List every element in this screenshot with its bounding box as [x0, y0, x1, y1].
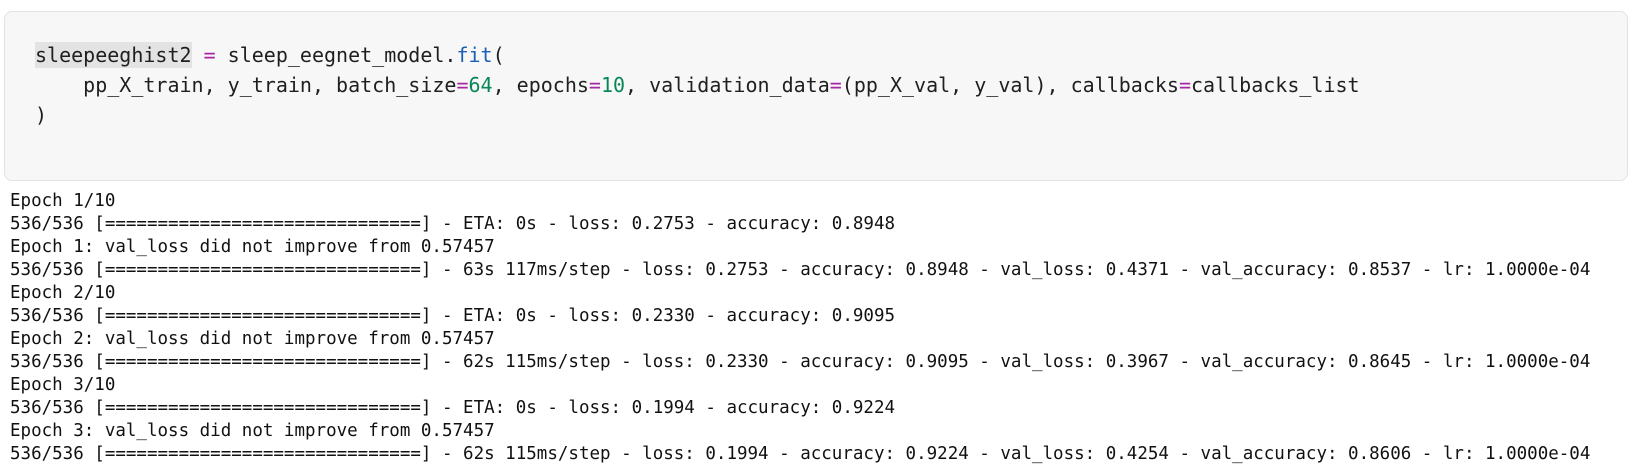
code-block[interactable]: sleepeeghist2 = sleep_eegnet_model.fit( …: [35, 40, 1360, 130]
code-token: , validation_data: [625, 73, 830, 97]
output-line: 536/536 [==============================]…: [10, 352, 1591, 372]
code-token: (: [492, 43, 505, 67]
code-token: , epochs: [492, 73, 589, 97]
code-token: ): [35, 103, 48, 127]
code-token: =: [1178, 73, 1191, 97]
code-token: sleepeeghist2: [35, 42, 192, 68]
code-token: fit: [456, 43, 493, 67]
output-line: Epoch 3/10: [10, 375, 116, 395]
code-token: 10: [600, 73, 626, 97]
code-cell-editor[interactable]: sleepeeghist2 = sleep_eegnet_model.fit( …: [4, 11, 1628, 181]
output-line: Epoch 1/10: [10, 191, 116, 211]
code-line[interactable]: ): [35, 100, 1360, 130]
code-token: callbacks_list: [1191, 73, 1360, 97]
code-token: (pp_X_val, y_val), callbacks: [841, 73, 1179, 97]
code-token: =: [456, 73, 469, 97]
code-line[interactable]: sleepeeghist2 = sleep_eegnet_model.fit(: [35, 40, 1360, 70]
code-token: sleep_eegnet_model.: [215, 43, 457, 67]
output-line: 536/536 [==============================]…: [10, 260, 1591, 280]
code-token: 64: [468, 73, 493, 97]
code-line[interactable]: pp_X_train, y_train, batch_size=64, epoc…: [35, 70, 1360, 100]
code-token: =: [829, 73, 842, 97]
output-line: Epoch 2/10: [10, 283, 116, 303]
output-line: Epoch 1: val_loss did not improve from 0…: [10, 237, 495, 257]
code-token: =: [588, 73, 601, 97]
output-line: 536/536 [==============================]…: [10, 398, 896, 418]
output-line: Epoch 3: val_loss did not improve from 0…: [10, 421, 495, 441]
code-token: pp_X_train, y_train, batch_size: [35, 73, 457, 97]
cell-output: Epoch 1/10 536/536 [=====================…: [10, 190, 1590, 466]
output-line: 536/536 [==============================]…: [10, 306, 896, 326]
code-token: =: [203, 43, 216, 67]
output-line: 536/536 [==============================]…: [10, 444, 1591, 464]
output-line: Epoch 2: val_loss did not improve from 0…: [10, 329, 495, 349]
output-line: 536/536 [==============================]…: [10, 214, 896, 234]
